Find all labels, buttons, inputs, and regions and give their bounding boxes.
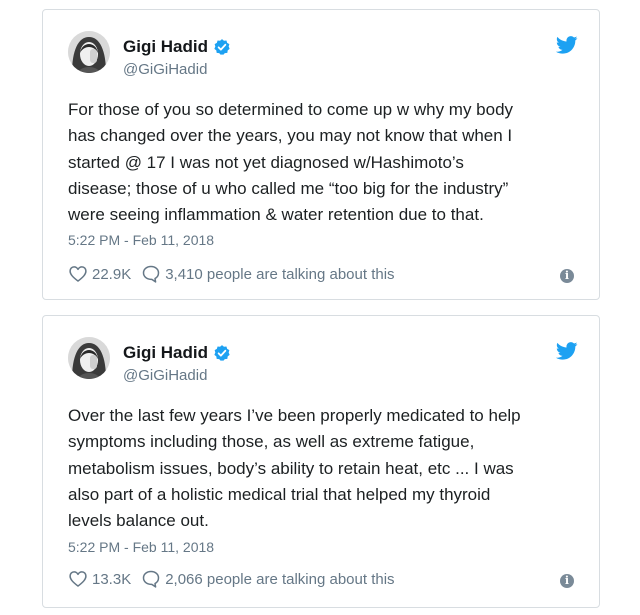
author-handle[interactable]: @GiGiHadid	[123, 367, 207, 384]
talking-count[interactable]: 2,066 people are talking about this	[165, 571, 394, 588]
tweet-timestamp[interactable]: 5:22 PM - Feb 11, 2018	[68, 232, 214, 248]
heart-icon[interactable]	[68, 264, 88, 284]
avatar[interactable]	[68, 337, 110, 379]
info-icon[interactable]: i	[560, 269, 574, 283]
verified-badge-icon	[213, 38, 231, 56]
tweet-card[interactable]: Gigi Hadid @GiGiHadid Over the last few …	[42, 315, 600, 608]
tweet-text: For those of you so determined to come u…	[68, 100, 514, 225]
verified-badge-icon	[213, 344, 231, 362]
author-name[interactable]: Gigi Hadid	[123, 37, 208, 57]
tweet-timestamp[interactable]: 5:22 PM - Feb 11, 2018	[68, 539, 214, 555]
speech-bubble-icon[interactable]	[141, 569, 161, 589]
author-handle[interactable]: @GiGiHadid	[123, 61, 207, 78]
talking-count[interactable]: 3,410 people are talking about this	[165, 266, 394, 283]
like-count[interactable]: 13.3K	[92, 571, 131, 588]
like-count[interactable]: 22.9K	[92, 266, 131, 283]
twitter-bird-icon[interactable]	[555, 36, 578, 54]
tweet-card[interactable]: Gigi Hadid @GiGiHadid For those of you s…	[42, 9, 600, 300]
tweet-actions: 22.9K 3,410 people are talking about thi…	[68, 263, 395, 285]
tweet-actions: 13.3K 2,066 people are talking about thi…	[68, 568, 395, 590]
info-icon[interactable]: i	[560, 574, 574, 588]
author-name[interactable]: Gigi Hadid	[123, 343, 208, 363]
twitter-bird-icon[interactable]	[555, 342, 578, 360]
speech-bubble-icon[interactable]	[141, 264, 161, 284]
heart-icon[interactable]	[68, 569, 88, 589]
tweet-text: Over the last few years I’ve been proper…	[68, 406, 521, 531]
avatar[interactable]	[68, 31, 110, 73]
